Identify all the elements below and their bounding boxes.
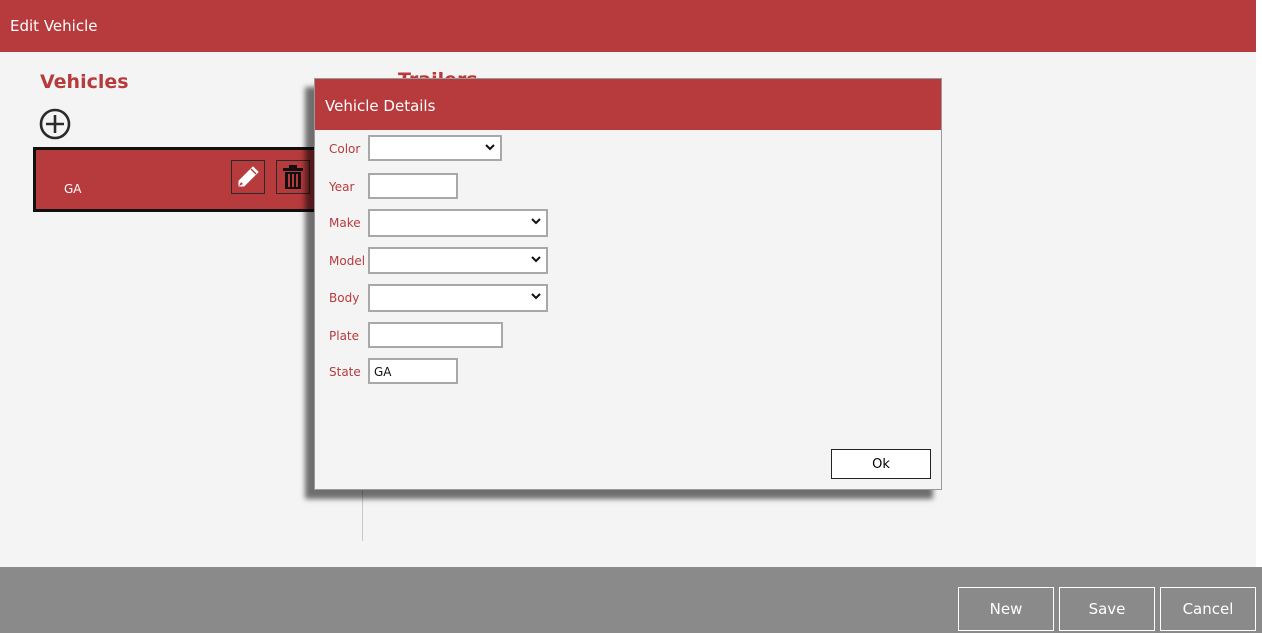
ok-button[interactable]: Ok <box>831 449 931 479</box>
year-label: Year <box>329 180 355 194</box>
dialog-title: Vehicle Details <box>325 97 436 115</box>
year-input[interactable] <box>368 173 458 199</box>
cancel-button[interactable]: Cancel <box>1160 587 1256 631</box>
model-select[interactable] <box>368 247 548 274</box>
section-divider <box>362 487 363 541</box>
state-value: GA <box>374 365 392 379</box>
add-vehicle-button[interactable] <box>39 108 71 140</box>
body-select[interactable] <box>368 284 548 312</box>
chevron-down-icon <box>531 218 541 225</box>
body-label: Body <box>329 291 360 305</box>
state-label: State <box>329 365 361 379</box>
vehicles-section-title: Vehicles <box>40 71 129 93</box>
chevron-down-icon <box>531 256 541 263</box>
vehicle-card-label: GA <box>64 182 82 196</box>
window-edge <box>1256 0 1262 567</box>
color-select[interactable] <box>368 135 502 161</box>
color-label: Color <box>329 142 361 156</box>
chevron-down-icon <box>531 293 541 300</box>
new-button[interactable]: New <box>958 587 1054 631</box>
make-select[interactable] <box>368 209 548 237</box>
pencil-icon <box>238 166 259 187</box>
window-title: Edit Vehicle <box>10 17 98 35</box>
model-label: Model <box>329 254 366 268</box>
dialog-header: Vehicle Details <box>315 79 941 130</box>
plate-label: Plate <box>329 329 360 343</box>
title-bar: Edit Vehicle <box>0 0 1256 52</box>
plate-input[interactable] <box>368 322 503 348</box>
trash-icon <box>283 165 303 189</box>
action-bar: New Save Cancel <box>0 567 1262 633</box>
make-label: Make <box>329 216 361 230</box>
vehicle-card[interactable]: GA <box>33 147 339 212</box>
chevron-down-icon <box>485 144 495 151</box>
delete-vehicle-button[interactable] <box>276 160 310 194</box>
state-input[interactable]: GA <box>368 358 458 384</box>
save-button[interactable]: Save <box>1059 587 1155 631</box>
vehicle-details-dialog: Vehicle Details Color Year Make Model Bo… <box>314 78 942 490</box>
add-circle-icon <box>39 108 71 140</box>
edit-vehicle-button[interactable] <box>231 160 265 194</box>
